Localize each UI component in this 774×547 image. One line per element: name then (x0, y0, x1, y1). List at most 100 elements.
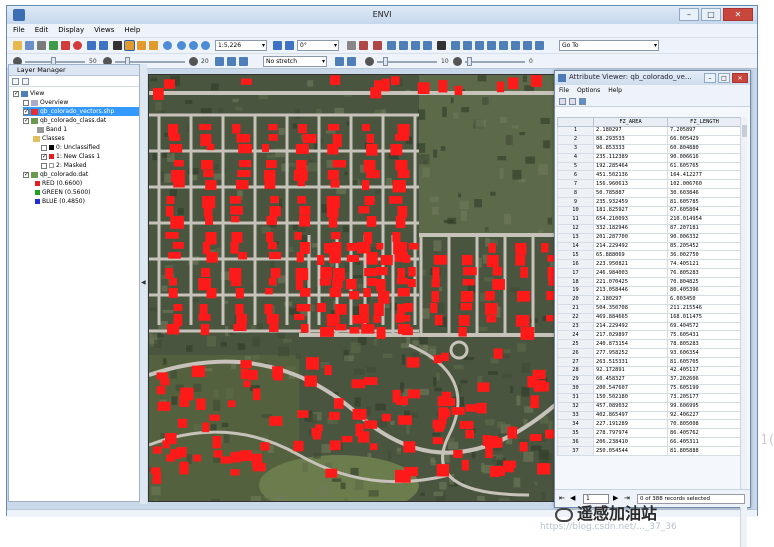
fz-area-cell[interactable]: 92.172891 (593, 366, 668, 376)
tree-item-vectors[interactable]: qb_colorado_vectors.shp (23, 107, 139, 116)
tree-item-classes[interactable]: Classes (33, 134, 65, 143)
fz-length-cell[interactable]: 36.002750 (667, 250, 742, 261)
expand-all-icon[interactable] (12, 78, 19, 85)
fz-area-cell[interactable]: 60.458327 (593, 374, 668, 385)
fz-length-cell[interactable]: 90.006332 (667, 232, 742, 243)
colorado-dat-checkbox[interactable] (23, 170, 29, 179)
fly-icon[interactable] (137, 41, 146, 50)
row-index-cell[interactable]: 17 (557, 268, 594, 279)
open-file-icon[interactable] (13, 41, 22, 50)
table-row[interactable]: 13 201.287700 90.006332 (557, 232, 742, 243)
stretch-select[interactable]: No stretch (263, 56, 327, 67)
table-row[interactable]: 27 263.515331 81.605705 (557, 357, 742, 368)
table-row[interactable]: 36 206.238410 66.405311 (557, 437, 742, 448)
row-index-cell[interactable]: 11 (557, 214, 594, 225)
reset-stretch-icon[interactable] (335, 57, 344, 66)
table-row[interactable]: 10 181.825927 67.605804 (557, 206, 742, 216)
table-row[interactable]: 30 200.547607 75.605199 (557, 383, 742, 394)
fz-area-cell[interactable]: 451.502136 (593, 170, 668, 181)
row-index-cell[interactable]: 35 (557, 428, 594, 439)
row-index-cell[interactable]: 15 (557, 250, 594, 261)
table-row[interactable]: 4 235.112389 90.006616 (557, 152, 742, 163)
row-index-cell[interactable]: 7 (557, 179, 594, 190)
row-index-cell[interactable]: 33 (557, 410, 594, 421)
column-header-fz-area[interactable]: FZ_AREA (593, 117, 668, 127)
pan-icon[interactable] (124, 40, 135, 51)
collapse-all-icon[interactable] (22, 78, 29, 85)
row-index-cell[interactable]: 36 (557, 437, 594, 448)
select-all-icon[interactable] (559, 98, 566, 105)
row-index-cell[interactable]: 6 (557, 170, 594, 181)
text-icon[interactable] (437, 41, 446, 50)
cursor-value-icon[interactable] (451, 41, 460, 50)
select-icon[interactable] (113, 41, 122, 50)
goto-field[interactable]: Go To (559, 40, 659, 51)
fz-length-cell[interactable]: 211.215546 (667, 303, 742, 314)
tree-item-blue-band[interactable]: BLUE (0.4850) (35, 197, 85, 206)
fz-area-cell[interactable]: 156.960613 (593, 179, 668, 190)
zoom-full-icon[interactable] (201, 41, 210, 50)
tree-item-unclassified[interactable]: 0: Unclassified (41, 143, 100, 152)
fz-area-cell[interactable]: 250.054544 (593, 446, 668, 456)
fz-length-cell[interactable]: 42.405117 (667, 366, 742, 376)
fz-length-cell[interactable]: 66.005429 (667, 134, 742, 145)
swipe-icon[interactable] (511, 41, 520, 50)
menu-display[interactable]: Display (58, 24, 84, 37)
table-row[interactable]: 33 402.865497 92.406227 (557, 410, 742, 421)
attr-menu-options[interactable]: Options (577, 85, 600, 96)
fz-area-cell[interactable]: 181.825927 (593, 206, 668, 216)
table-row[interactable]: 15 65.888069 36.002750 (557, 250, 742, 261)
tree-item-green-band[interactable]: GREEN (0.5600) (35, 188, 90, 197)
row-index-cell[interactable]: 27 (557, 357, 594, 368)
row-index-cell[interactable]: 23 (557, 321, 594, 332)
histogram-icon[interactable] (347, 57, 356, 66)
menu-edit[interactable]: Edit (35, 24, 49, 37)
menu-help[interactable]: Help (124, 24, 140, 37)
fz-length-cell[interactable]: 92.406227 (667, 410, 742, 421)
fz-length-cell[interactable]: 102.006760 (667, 179, 742, 190)
fz-length-cell[interactable]: 90.006616 (667, 152, 742, 163)
minimize-button[interactable]: – (679, 8, 699, 21)
sort-icon[interactable] (579, 98, 586, 105)
redo-icon[interactable] (99, 41, 108, 50)
row-index-cell[interactable]: 10 (557, 206, 594, 216)
fz-area-cell[interactable]: 96.853333 (593, 143, 668, 154)
row-index-cell[interactable]: 37 (557, 446, 594, 456)
table-row[interactable]: 37 250.054544 81.805888 (557, 446, 742, 456)
row-index-cell[interactable]: 3 (557, 143, 594, 154)
table-row[interactable]: 5 192.285464 61.605765 (557, 161, 742, 172)
fz-area-cell[interactable]: 223.950821 (593, 259, 668, 270)
row-index-cell[interactable]: 4 (557, 152, 594, 163)
tree-item-new-class-1[interactable]: 1: New Class 1 (41, 152, 100, 161)
fz-length-cell[interactable]: 81.805888 (667, 446, 742, 456)
fz-area-cell[interactable]: 221.070425 (593, 277, 668, 288)
unclassified-checkbox[interactable] (41, 144, 47, 151)
row-index-cell[interactable]: 34 (557, 419, 594, 430)
tree-item-band-1[interactable]: Band 1 (37, 125, 67, 134)
fz-area-cell[interactable]: 654.210093 (593, 214, 668, 225)
rotate-left-icon[interactable] (273, 41, 282, 50)
fz-length-cell[interactable]: 99.606995 (667, 401, 742, 412)
crosshair-icon[interactable] (73, 41, 82, 50)
table-row[interactable]: 20 2.180297 6.003450 (557, 294, 742, 305)
table-row[interactable]: 22 469.884665 168.011475 (557, 312, 742, 323)
tree-item-masked[interactable]: 2: Masked (41, 161, 87, 170)
spectral-profile-icon[interactable] (487, 41, 496, 50)
row-index-cell[interactable]: 19 (557, 286, 594, 296)
row-index-cell[interactable]: 16 (557, 259, 594, 270)
fz-length-cell[interactable]: 210.014954 (667, 214, 742, 225)
table-row[interactable]: 29 60.458327 37.202606 (557, 374, 742, 385)
fz-length-cell[interactable]: 168.011475 (667, 312, 742, 323)
fz-area-cell[interactable]: 2.180297 (593, 294, 668, 305)
polygon-icon[interactable] (399, 41, 408, 50)
table-row[interactable]: 24 217.029897 75.605431 (557, 330, 742, 341)
fz-area-cell[interactable]: 214.229492 (593, 321, 668, 332)
table-row[interactable]: 19 213.058446 80.405396 (557, 286, 742, 296)
table-row[interactable]: 34 227.191289 70.805008 (557, 419, 742, 430)
row-index-cell[interactable]: 29 (557, 374, 594, 385)
tree-item-class-file[interactable]: qb_colorado_class.dat (23, 116, 106, 125)
sharpen-slider-knob[interactable] (383, 57, 388, 66)
fz-area-cell[interactable]: 217.029897 (593, 330, 668, 341)
tree-item-view[interactable]: View (13, 89, 44, 98)
row-index-cell[interactable]: 13 (557, 232, 594, 243)
